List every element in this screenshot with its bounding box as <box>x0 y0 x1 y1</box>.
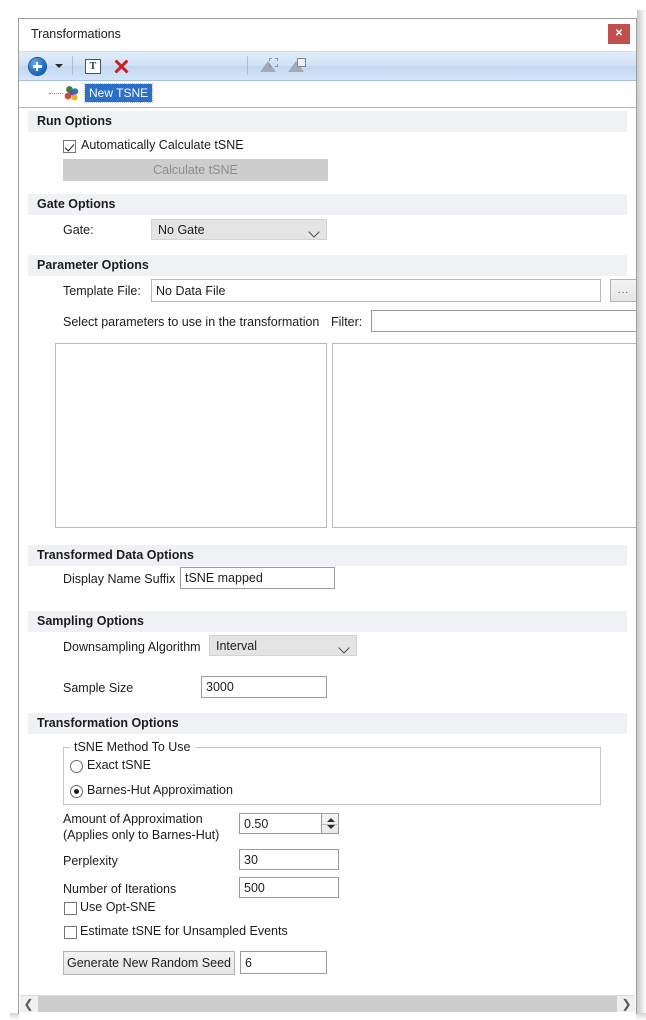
exact-tsne-label: Exact tSNE <box>87 758 151 772</box>
template-file-label: Template File: <box>63 284 141 298</box>
tree-connector <box>49 93 63 95</box>
scroll-right-arrow[interactable]: ❯ <box>618 996 635 1012</box>
title-bar: Transformations ✕ <box>19 19 636 52</box>
selected-parameters-listbox[interactable] <box>332 343 636 528</box>
section-header-run-options: Run Options <box>28 111 627 132</box>
stepper-up-icon <box>327 818 335 822</box>
chevron-down-icon <box>308 226 320 238</box>
exact-tsne-radio[interactable] <box>70 760 83 773</box>
chevron-down-icon <box>338 642 350 654</box>
window-title: Transformations <box>31 27 121 41</box>
sample-size-label: Sample Size <box>63 681 134 695</box>
red-x-icon <box>113 58 130 75</box>
section-header-transformed-data-options: Transformed Data Options <box>28 545 627 566</box>
toolbar-separator-1 <box>72 56 73 75</box>
apply-to-sample-button[interactable] <box>257 54 281 78</box>
gate-label: Gate: <box>63 223 94 237</box>
perplexity-input[interactable] <box>239 849 339 870</box>
use-opt-sne-label: Use Opt-SNE <box>80 900 156 914</box>
add-transformation-dropdown[interactable] <box>51 54 67 78</box>
tsne-method-group-title: tSNE Method To Use <box>70 740 195 754</box>
section-header-parameter-options: Parameter Options <box>28 255 627 276</box>
apply-to-all-button[interactable] <box>285 54 309 78</box>
parameter-filter-input[interactable] <box>371 310 636 332</box>
scroll-left-arrow[interactable]: ❮ <box>20 996 37 1012</box>
barnes-hut-radio[interactable] <box>70 785 83 798</box>
close-button[interactable]: ✕ <box>608 24 630 44</box>
apply-to-sample-icon <box>260 58 278 74</box>
select-parameters-label: Select parameters to use in the transfor… <box>63 315 320 329</box>
horizontal-scrollbar[interactable]: ❮ ❯ <box>20 995 635 1012</box>
browse-template-file-button[interactable]: ... <box>610 279 636 302</box>
section-header-sampling-options: Sampling Options <box>28 611 627 632</box>
stepper-down-icon <box>327 825 335 829</box>
toolbar: T <box>19 52 636 81</box>
barnes-hut-label: Barnes-Hut Approximation <box>87 783 233 797</box>
toolbar-separator-2 <box>247 56 248 75</box>
sample-size-input[interactable] <box>201 676 327 698</box>
transformations-window: Transformations ✕ T New TSNE Run Options… <box>18 18 637 1020</box>
section-header-gate-options: Gate Options <box>28 194 627 215</box>
auto-calculate-tsne-checkbox[interactable] <box>63 140 76 153</box>
scroll-thumb[interactable] <box>38 996 617 1012</box>
plus-circle-icon <box>28 57 46 75</box>
options-scroll-area: Run Options Automatically Calculate tSNE… <box>19 108 636 1020</box>
display-name-suffix-input[interactable] <box>180 567 335 589</box>
approximation-amount-input[interactable] <box>239 813 322 834</box>
approximation-amount-stepper[interactable] <box>322 813 339 834</box>
template-file-input[interactable] <box>151 279 601 302</box>
gate-select-value: No Gate <box>158 223 205 237</box>
iterations-label: Number of Iterations <box>63 882 177 896</box>
estimate-unsampled-label: Estimate tSNE for Unsampled Events <box>80 924 288 938</box>
estimate-unsampled-checkbox[interactable] <box>64 926 77 939</box>
approximation-amount-label-line1: Amount of Approximation <box>63 812 203 826</box>
rename-button[interactable]: T <box>81 54 105 78</box>
use-opt-sne-checkbox[interactable] <box>64 902 77 915</box>
text-tool-icon: T <box>85 58 101 74</box>
caret-down-icon <box>55 64 63 68</box>
tsne-node-icon <box>64 86 79 101</box>
downsampling-algorithm-value: Interval <box>216 639 257 653</box>
delete-button[interactable] <box>109 54 133 78</box>
approximation-amount-label-line2: (Applies only to Barnes-Hut) <box>63 828 220 842</box>
tree-node-new-tsne[interactable]: New TSNE <box>83 83 154 103</box>
add-transformation-button[interactable] <box>25 54 49 78</box>
filter-label: Filter: <box>331 315 363 329</box>
downsampling-algorithm-label: Downsampling Algorithm <box>63 640 201 654</box>
calculate-tsne-button[interactable]: Calculate tSNE <box>63 159 328 181</box>
display-name-suffix-label: Display Name Suffix <box>63 572 176 586</box>
section-header-transformation-options: Transformation Options <box>28 713 627 734</box>
auto-calculate-tsne-label: Automatically Calculate tSNE <box>81 138 244 152</box>
perplexity-label: Perplexity <box>63 854 118 868</box>
apply-to-all-icon <box>288 58 306 74</box>
downsampling-algorithm-select[interactable]: Interval <box>209 635 357 656</box>
random-seed-input[interactable] <box>240 951 327 974</box>
iterations-input[interactable] <box>239 877 339 898</box>
window-shadow-right <box>637 10 646 1020</box>
gate-select[interactable]: No Gate <box>151 219 327 240</box>
transformation-tree: New TSNE <box>19 81 636 108</box>
available-parameters-listbox[interactable] <box>55 343 327 528</box>
generate-random-seed-button[interactable]: Generate New Random Seed <box>63 951 235 975</box>
